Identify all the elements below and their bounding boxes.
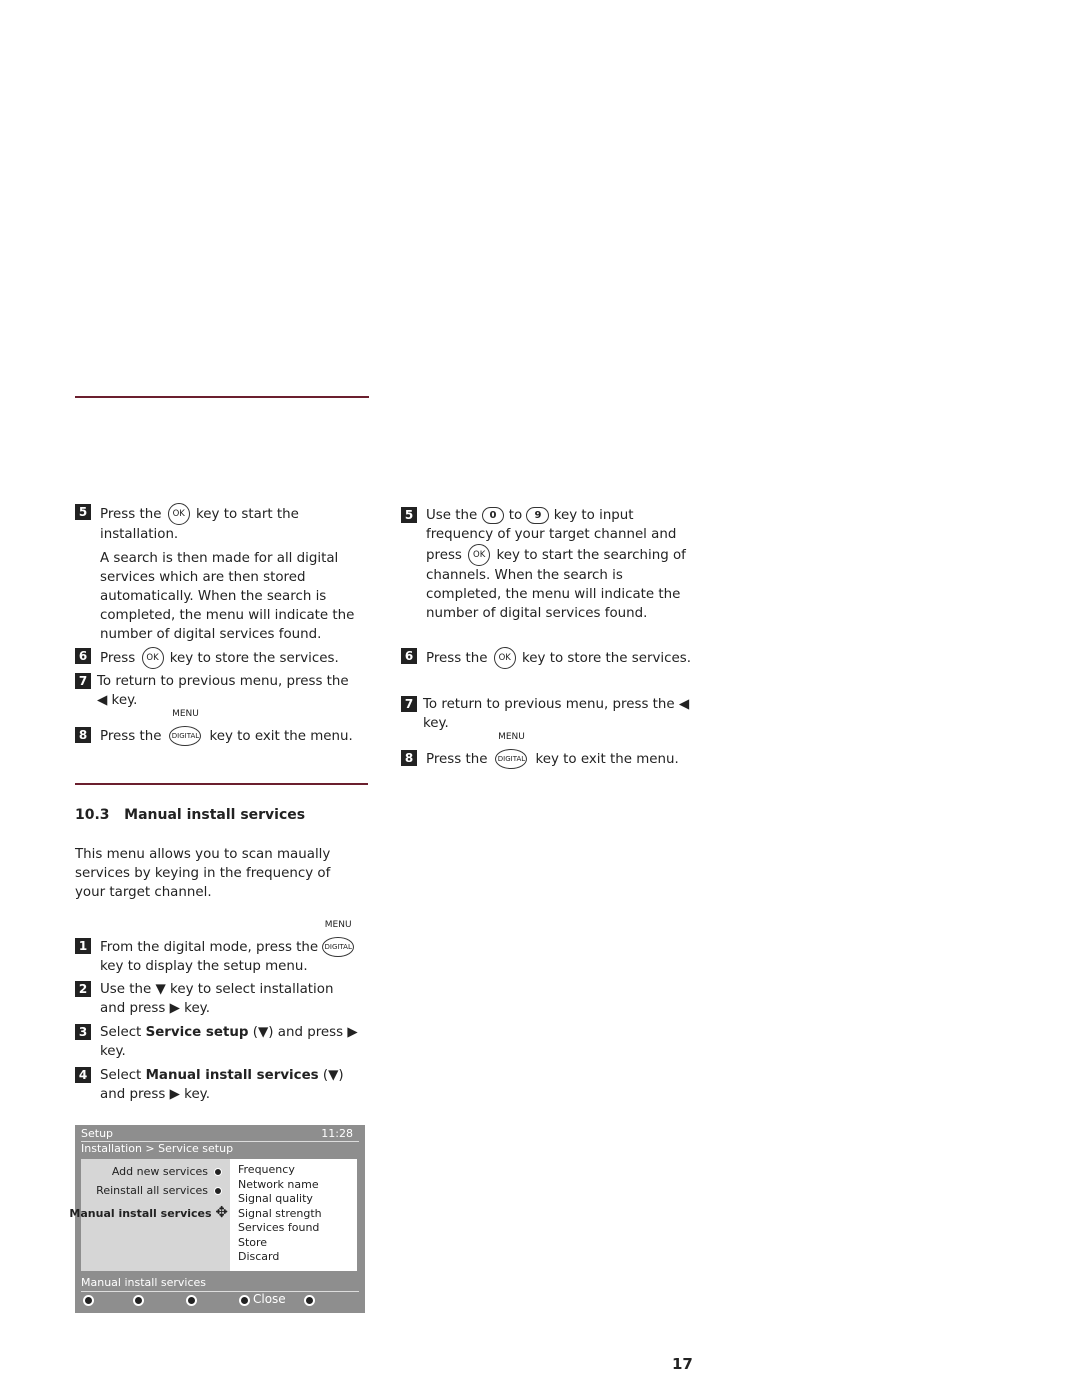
step-number: 5 bbox=[401, 507, 417, 523]
osd-title: Setup bbox=[81, 1127, 114, 1140]
step-8: 8 Press the MENU DIGITAL key to exit the me… bbox=[75, 709, 360, 746]
menu-label: MENU bbox=[498, 732, 525, 742]
step-4: 4 Select Manual install services (▼) and… bbox=[75, 1066, 360, 1104]
osd-item: Reinstall all services bbox=[96, 1184, 222, 1197]
section-number: 10.3 bbox=[75, 807, 110, 823]
menu-item-name: Service setup bbox=[145, 1025, 249, 1040]
right-step-5: 5 Use the 0 to 9 key to input frequency … bbox=[401, 506, 691, 623]
osd-left-pane: Add new services Reinstall all services … bbox=[69, 1159, 230, 1271]
osd-option: Frequency bbox=[238, 1163, 295, 1176]
osd-item-label: Add new services bbox=[111, 1165, 208, 1178]
color-key-white-icon bbox=[304, 1295, 315, 1306]
osd-item: Add new services bbox=[112, 1165, 222, 1178]
section-title: Manual install services bbox=[124, 807, 306, 823]
step-number: 1 bbox=[75, 938, 91, 954]
step-text: key to exit the menu. bbox=[535, 752, 679, 767]
bullet-icon bbox=[214, 1168, 222, 1176]
digital-menu-key-icon: MENU DIGITAL bbox=[169, 709, 202, 746]
osd-breadcrumb: Installation > Service setup bbox=[81, 1142, 234, 1155]
step-text: key to store the services. bbox=[522, 651, 691, 666]
step-text: key to display the setup menu. bbox=[100, 959, 308, 974]
step-1: 1 From the digital mode, press the MENU DI… bbox=[75, 920, 360, 976]
step-number: 8 bbox=[75, 727, 91, 743]
menu-label: MENU bbox=[172, 709, 199, 719]
menu-label: MENU bbox=[324, 920, 352, 930]
step-number: 6 bbox=[75, 648, 91, 664]
manual-page: 5 Press the OK key to start the installa… bbox=[0, 0, 1080, 1397]
osd-option: Discard bbox=[238, 1250, 280, 1263]
step-text: key to exit the menu. bbox=[209, 729, 353, 744]
step-text: key to start the searching of channels. … bbox=[426, 548, 686, 621]
osd-option: Signal quality bbox=[238, 1192, 313, 1205]
page-number: 17 bbox=[672, 1355, 693, 1373]
nine-key-icon: 9 bbox=[526, 506, 550, 524]
ok-key-icon: OK bbox=[468, 544, 491, 566]
step-5: 5 Press the OK key to start the installa… bbox=[75, 503, 360, 644]
bullet-icon bbox=[214, 1187, 222, 1195]
step-text: to bbox=[508, 508, 523, 523]
step-note: A search is then made for all digital se… bbox=[100, 551, 355, 642]
osd-right-pane: Frequency Network name Signal quality Si… bbox=[230, 1159, 357, 1271]
step-text: Select bbox=[100, 1068, 142, 1083]
menu-item-name: Manual install services bbox=[145, 1068, 319, 1083]
step-number: 2 bbox=[75, 981, 91, 997]
section-divider bbox=[75, 396, 369, 398]
step-text: Press the bbox=[100, 507, 162, 522]
step-7: 7 To return to previous menu, press the … bbox=[75, 672, 360, 710]
step-text: From the digital mode, press the bbox=[100, 940, 319, 955]
right-step-6: 6 Press the OK key to store the services… bbox=[401, 647, 691, 669]
osd-title-bar: Setup 11:28 bbox=[81, 1127, 359, 1142]
ok-key-icon: OK bbox=[167, 503, 190, 525]
step-number: 7 bbox=[75, 673, 91, 689]
step-number: 6 bbox=[401, 648, 417, 664]
digital-label: DIGITAL bbox=[171, 732, 200, 740]
osd-close-label: Close bbox=[253, 1292, 286, 1306]
osd-option: Store bbox=[238, 1235, 268, 1249]
digital-menu-key-icon: MENU DIGITAL bbox=[495, 732, 528, 769]
digital-menu-key-icon: MENU DIGITAL bbox=[322, 920, 355, 957]
osd-item-label: Manual install services bbox=[69, 1207, 212, 1220]
right-step-7: 7 To return to previous menu, press the … bbox=[401, 695, 691, 733]
osd-time: 11:28 bbox=[321, 1127, 353, 1140]
ok-key-icon: OK bbox=[493, 647, 516, 669]
step-number: 7 bbox=[401, 696, 417, 712]
digital-label: DIGITAL bbox=[497, 755, 526, 763]
step-text: Press the bbox=[426, 752, 488, 767]
step-text: Select bbox=[100, 1025, 142, 1040]
step-number: 4 bbox=[75, 1067, 91, 1083]
osd-status: Manual install services bbox=[81, 1276, 359, 1292]
color-key-green-icon bbox=[133, 1295, 144, 1306]
section-divider bbox=[75, 783, 368, 785]
step-text: Use the bbox=[426, 508, 478, 523]
step-text: To return to previous menu, press the ◀ … bbox=[97, 674, 349, 708]
ok-key-icon: OK bbox=[141, 647, 164, 669]
step-text: Press the bbox=[100, 729, 162, 744]
step-number: 5 bbox=[75, 504, 91, 520]
color-key-blue-icon bbox=[239, 1295, 250, 1306]
color-key-yellow-icon bbox=[186, 1295, 197, 1306]
step-text: key to store the services. bbox=[169, 651, 339, 666]
step-text: Press the bbox=[426, 651, 488, 666]
section-heading: 10.3 Manual install services bbox=[75, 807, 305, 823]
zero-key-icon: 0 bbox=[481, 506, 505, 524]
right-step-8: 8 Press the MENU DIGITAL key to exit the me… bbox=[401, 732, 691, 769]
step-2: 2 Use the ▼ key to select installation a… bbox=[75, 980, 360, 1018]
step-3: 3 Select Service setup (▼) and press ▶ k… bbox=[75, 1023, 360, 1061]
step-text: Press bbox=[100, 651, 136, 666]
color-key-red-icon bbox=[83, 1295, 94, 1306]
setup-menu-screenshot: Setup 11:28 Installation > Service setup… bbox=[69, 1125, 365, 1313]
step-number: 8 bbox=[401, 750, 417, 766]
step-text: To return to previous menu, press the ◀ … bbox=[423, 697, 690, 731]
navigation-cross-icon: ✥ bbox=[215, 1203, 228, 1221]
intro-paragraph: This menu allows you to scan maually ser… bbox=[75, 847, 331, 900]
step-6: 6 Press OK key to store the services. bbox=[75, 647, 360, 669]
osd-option: Signal strength bbox=[238, 1206, 322, 1220]
osd-option: Services found bbox=[238, 1221, 320, 1234]
osd-option: Network name bbox=[238, 1177, 319, 1191]
step-text: Use the ▼ key to select installation and… bbox=[100, 982, 334, 1016]
digital-label: DIGITAL bbox=[324, 943, 352, 951]
step-number: 3 bbox=[75, 1024, 91, 1040]
osd-item-selected: Manual install services ✥ bbox=[69, 1203, 228, 1221]
osd-item-label: Reinstall all services bbox=[96, 1184, 208, 1197]
